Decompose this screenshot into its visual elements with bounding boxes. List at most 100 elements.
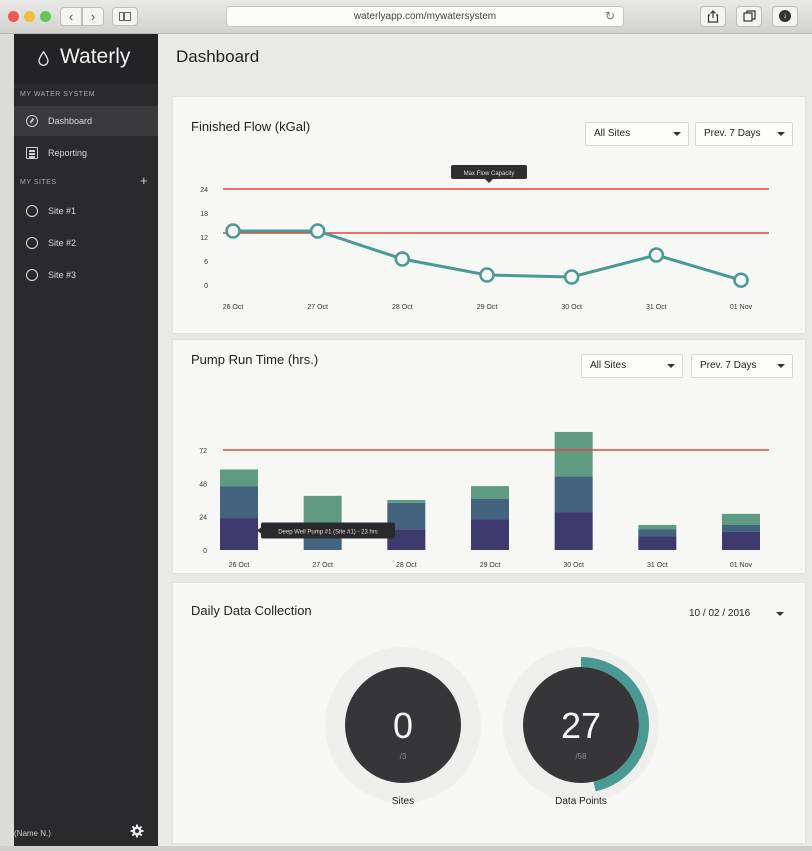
y-tick-label: 6	[204, 259, 208, 266]
site-circle-icon	[26, 205, 38, 217]
select-value: 10 / 02 / 2016	[689, 608, 751, 619]
card-title: Pump Run Time (hrs.)	[191, 352, 319, 367]
gauge-icon	[26, 115, 38, 127]
bar-segment	[220, 518, 258, 550]
brand-name: Waterly	[60, 45, 131, 68]
sidebar-icon	[119, 12, 131, 21]
main-content: Dashboard Finished Flow (kGal) All Sites…	[158, 34, 812, 846]
select-value: Prev. 7 Days	[700, 360, 757, 371]
caret-down-icon	[667, 364, 675, 368]
downloads-button[interactable]: ↓	[772, 6, 798, 27]
add-site-button[interactable]: +	[140, 174, 148, 187]
y-tick-label: 24	[200, 187, 208, 194]
y-tick-label: 18	[200, 211, 208, 218]
caret-down-icon	[777, 364, 785, 368]
forward-button[interactable]: ›	[82, 7, 104, 26]
sidebar-item-label: Site #3	[48, 270, 77, 280]
sidebar-item-label: Site #1	[48, 206, 77, 216]
tabs-button[interactable]	[736, 6, 762, 27]
sidebar-item-site-2[interactable]: Site #2	[14, 228, 158, 258]
bar-segment	[554, 476, 593, 513]
sidebar-item-label: Reporting	[48, 148, 88, 158]
pump-run-time-card: Pump Run Time (hrs.) All Sites Prev. 7 D…	[172, 339, 806, 574]
section-label-water-system: MY WATER SYSTEM	[20, 91, 96, 98]
app-sidebar: Waterly MY WATER SYSTEM Dashboard Report…	[14, 34, 158, 846]
bottom-edge	[0, 846, 812, 851]
sites-value: 0	[393, 705, 413, 746]
card-title: Finished Flow (kGal)	[191, 119, 311, 134]
bar-segment	[638, 529, 677, 537]
bar-segment	[722, 525, 760, 532]
caret-down-icon	[777, 132, 785, 136]
select-value: All Sites	[594, 128, 631, 139]
card-title: Daily Data Collection	[191, 603, 312, 618]
user-name[interactable]: (Name N.)	[14, 829, 51, 838]
range-filter-select[interactable]: Prev. 7 Days	[691, 354, 793, 378]
bar-segment	[638, 536, 677, 550]
y-tick-label: 0	[203, 548, 207, 555]
y-tick-label: 12	[200, 235, 208, 242]
threshold-tooltip-text: Max Flow Capacity	[464, 171, 515, 177]
bar-segment	[220, 469, 258, 487]
share-icon	[707, 10, 719, 23]
data-points-label: Data Points	[555, 796, 607, 807]
bar-segment	[554, 512, 593, 550]
x-tick-label: 28 Oct	[396, 562, 417, 569]
flow-data-point	[479, 267, 495, 283]
site-circle-icon	[26, 237, 38, 249]
bar-segment	[220, 486, 258, 519]
bar-segment	[471, 519, 509, 550]
sidebar-item-site-1[interactable]: Site #1	[14, 196, 158, 226]
flow-data-point	[733, 272, 749, 288]
pump-run-time-chart: 72 48 24 0 26 Oct 27 Oct 28 Oct 29 Oct 30 Oct 31 …	[199, 431, 769, 569]
x-tick-label: 26 Oct	[223, 304, 244, 311]
share-button[interactable]	[700, 6, 726, 27]
page-title: Dashboard	[176, 47, 260, 66]
sites-total: /3	[400, 752, 407, 761]
bar-segment	[387, 500, 426, 503]
chevron-left-icon: ‹	[68, 9, 74, 24]
sidebar-item-dashboard[interactable]: Dashboard	[14, 106, 158, 136]
sidebar-toggle-button[interactable]	[112, 7, 138, 26]
x-tick-label: 01 Nov	[730, 304, 753, 311]
browser-toolbar: ‹ › waterlyapp.com/mywatersystem ↻ ↓	[0, 0, 812, 34]
address-bar[interactable]: waterlyapp.com/mywatersystem ↻	[226, 6, 624, 27]
range-filter-select[interactable]: Prev. 7 Days	[695, 122, 793, 146]
bar-segment	[722, 513, 760, 525]
bar-segment	[722, 531, 760, 550]
x-tick-label: 29 Oct	[480, 562, 501, 569]
zoom-window-button[interactable]	[40, 11, 51, 22]
tooltip-pointer	[485, 179, 493, 183]
back-button[interactable]: ‹	[60, 7, 82, 26]
download-icon: ↓	[779, 10, 791, 23]
x-tick-label: 31 Oct	[646, 304, 667, 311]
data-points-dial: 27 /58	[503, 647, 659, 803]
caret-down-icon	[776, 612, 784, 616]
y-tick-label: 0	[204, 283, 208, 290]
bar-segment	[471, 498, 509, 520]
x-tick-label: 29 Oct	[477, 304, 498, 311]
x-tick-label: 26 Oct	[229, 562, 250, 569]
sidebar-item-site-3[interactable]: Site #3	[14, 260, 158, 290]
data-points-total: /58	[575, 752, 587, 761]
x-tick-label: 27 Oct	[312, 562, 333, 569]
y-tick-label: 72	[199, 448, 207, 455]
minimize-window-button[interactable]	[24, 11, 35, 22]
reload-icon[interactable]: ↻	[605, 7, 615, 26]
brand-header[interactable]: Waterly	[14, 34, 158, 84]
bar-segment	[638, 525, 677, 530]
site-filter-select[interactable]: All Sites	[585, 122, 689, 146]
x-tick-label: 27 Oct	[307, 304, 328, 311]
y-tick-label: 24	[199, 515, 207, 522]
flow-data-point	[648, 247, 665, 263]
sidebar-item-reporting[interactable]: Reporting	[14, 138, 158, 168]
site-filter-select[interactable]: All Sites	[581, 354, 683, 378]
close-window-button[interactable]	[8, 11, 19, 22]
sites-label: Sites	[391, 796, 415, 807]
tabs-icon	[742, 10, 756, 22]
daily-data-collection-card: Daily Data Collection 10 / 02 / 2016 0 /…	[172, 582, 806, 844]
gear-icon[interactable]	[130, 824, 144, 838]
date-select[interactable]: 10 / 02 / 2016	[681, 603, 791, 627]
finished-flow-chart: 24 18 12 6 0 Max Flow Capacity 26 Oct 27 Oct 28 …	[200, 165, 769, 311]
section-label-my-sites: MY SITES	[20, 179, 57, 186]
